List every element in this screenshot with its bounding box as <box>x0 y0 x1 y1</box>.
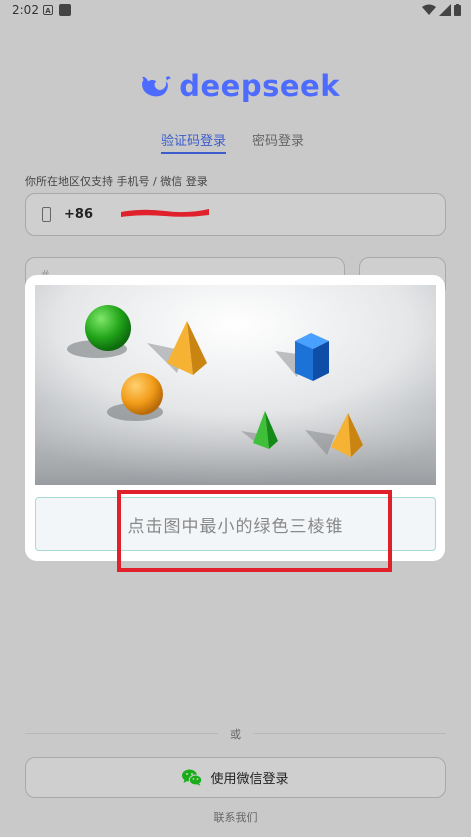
redaction-mark <box>121 209 209 217</box>
brand-name: deepseek <box>179 69 340 103</box>
phone-icon <box>42 207 51 222</box>
region-hint: 你所在地区仅支持 手机号 / 微信 登录 <box>25 175 208 188</box>
whale-logo-icon <box>142 76 171 97</box>
wechat-login-button[interactable]: 使用微信登录 <box>25 757 446 798</box>
login-tabs: 验证码登录 密码登录 <box>0 130 471 156</box>
contact-us-link[interactable]: 联系我们 <box>0 809 471 825</box>
wifi-icon <box>422 4 436 15</box>
highlight-annotation-box <box>117 490 392 572</box>
divider-text: 或 <box>230 728 241 741</box>
battery-icon <box>454 4 461 16</box>
deepseek-logo: deepseek <box>140 66 340 106</box>
country-code: +86 <box>64 207 93 222</box>
captcha-image[interactable] <box>35 285 436 485</box>
green-sphere[interactable] <box>85 305 131 351</box>
wechat-login-label: 使用微信登录 <box>210 772 289 787</box>
orange-sphere[interactable] <box>121 373 163 415</box>
tab-password[interactable]: 密码登录 <box>252 130 304 149</box>
notification-app-icon <box>59 4 71 16</box>
signal-icon <box>439 4 451 16</box>
notification-a-icon: A <box>43 5 53 15</box>
status-bar: 2:02 A <box>0 0 471 22</box>
status-time: 2:02 <box>12 3 39 17</box>
tab-sms-code[interactable]: 验证码登录 <box>161 130 227 154</box>
status-indicators <box>422 3 461 17</box>
blue-cube[interactable] <box>295 333 329 381</box>
phone-field[interactable]: +86 <box>25 193 446 236</box>
wechat-icon <box>182 769 203 786</box>
